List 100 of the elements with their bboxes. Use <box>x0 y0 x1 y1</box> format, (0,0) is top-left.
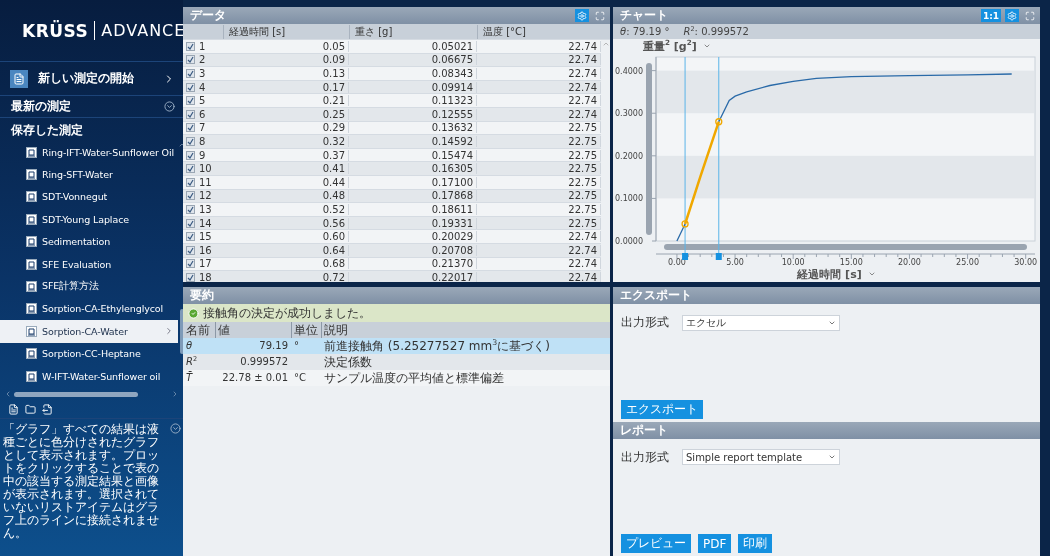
table-cell-text: 0.999572 <box>239 355 289 369</box>
table-cell: 22.74 <box>477 40 601 52</box>
row-number: 6 <box>199 108 206 120</box>
x-axis-label[interactable]: 経過時間 [s] <box>797 266 862 282</box>
table-cell: 22.74 <box>477 54 601 66</box>
table-cell-text: R$^{2}$ <box>185 354 199 369</box>
table-cell: 0.17100 <box>349 176 477 188</box>
table-cell: 22.75 <box>477 217 601 229</box>
measurement-item[interactable]: Ring-IFT-Water-Sunflower Oil <box>0 141 179 164</box>
table-cell: 22.74 <box>477 271 601 282</box>
table-cell: 0.48 <box>223 190 349 202</box>
table-cell: 0.09 <box>223 54 349 66</box>
table-cell: 22.74 <box>477 68 601 79</box>
table-cell: 0.06675 <box>349 54 477 66</box>
table-cell: 0.14592 <box>349 135 477 147</box>
measurement-item[interactable]: SFE計算方法 <box>0 275 179 298</box>
row-number: 8 <box>199 135 206 147</box>
table-cell: 22.74 <box>477 258 601 270</box>
measurement-item[interactable]: Sorption-CC-Heptane <box>0 342 179 365</box>
logo-brand: KRÜSS <box>22 20 89 41</box>
row-number: 3 <box>199 68 206 79</box>
table-cell: 22.75 <box>477 203 601 215</box>
measurement-item[interactable]: SFE Evaluation <box>0 252 179 276</box>
row-number: 10 <box>199 163 212 175</box>
table-cell: 22.75 <box>477 176 601 188</box>
row-number: 4 <box>199 81 206 93</box>
row-number: 14 <box>199 217 212 229</box>
row-number: 15 <box>199 231 212 243</box>
new-measurement-link[interactable]: 新しい測定の開始 <box>38 70 153 87</box>
measurement-item[interactable]: Ring-SFT-Water <box>0 163 179 186</box>
table-cell-text: サンプル温度の平均値と標準偏差 <box>323 370 505 386</box>
column-header[interactable]: 名前 <box>183 322 215 338</box>
table-cell: 0.56 <box>223 217 349 229</box>
statistic-text: θ: 79.19 ° <box>620 26 670 37</box>
measurement-item[interactable]: Sedimentation <box>0 230 179 253</box>
column-header[interactable]: 温度 [°C] <box>477 24 610 39</box>
row-number: 2 <box>199 54 206 66</box>
table-cell: 0.11323 <box>349 95 477 107</box>
column-header[interactable]: 重さ [g] <box>349 24 477 39</box>
row-number: 13 <box>199 203 212 215</box>
measurement-item[interactable]: SDT-Vonnegut <box>0 185 179 209</box>
table-cell: 0.22017 <box>349 271 477 282</box>
measurement-item[interactable]: Sorption-CA-Ethylenglycol <box>0 297 179 321</box>
y-axis-label[interactable]: 重量$^{2}$ [g$^{2}$] <box>643 38 697 54</box>
table-cell: 0.05 <box>223 40 349 52</box>
table-cell: 0.20708 <box>349 244 477 256</box>
table-cell: 0.44 <box>223 176 349 188</box>
x-tick-label: 10.00 <box>781 258 805 267</box>
field-label: 出力形式 <box>621 314 670 331</box>
table-cell-text: °C <box>293 371 307 385</box>
table-cell: 0.21370 <box>349 258 477 270</box>
y-tick-label: 0.3000 <box>615 109 643 119</box>
table-cell: 0.25 <box>223 108 349 120</box>
table-cell: 22.75 <box>477 122 601 134</box>
measurement-item[interactable]: Sorption-CA-Water <box>0 320 179 343</box>
table-cell: 0.17 <box>223 81 349 93</box>
column-header[interactable]: 経過時間 [s] <box>223 24 349 39</box>
table-cell: 22.75 <box>477 149 601 161</box>
row-number: 17 <box>199 258 212 270</box>
table-cell: 22.74 <box>477 244 601 256</box>
row-number: 18 <box>199 271 212 282</box>
panel-title: 要約 <box>190 287 215 304</box>
panel-title: レポート <box>620 421 669 439</box>
row-number: 12 <box>199 190 212 202</box>
table-cell: 22.74 <box>477 95 601 107</box>
table-cell-text: 前進接触角 (5.25277527 mm$^{3}$に基づく) <box>323 338 551 354</box>
row-number: 9 <box>199 149 206 161</box>
table-cell: 0.09914 <box>349 81 477 93</box>
format-dropdown[interactable]: エクセル <box>682 314 840 331</box>
row-number: 11 <box>199 176 212 188</box>
table-cell: 0.64 <box>223 244 349 256</box>
table-cell: 22.75 <box>477 163 601 175</box>
table-cell: 22.74 <box>477 108 601 120</box>
table-cell: 0.18611 <box>349 203 477 215</box>
x-tick-label: 20.00 <box>898 258 921 267</box>
x-tick-label: 25.00 <box>956 258 979 267</box>
table-cell: 0.41 <box>223 163 349 175</box>
table-cell: 0.12555 <box>349 108 477 120</box>
table-cell: 0.29 <box>223 122 349 134</box>
table-cell: 22.75 <box>477 135 601 147</box>
panel-title: エクスポート <box>620 287 693 304</box>
measurement-item[interactable]: W-IFT-Water-Sunflower oil <box>0 364 179 388</box>
table-cell: 22.75 <box>477 190 601 202</box>
x-tick-label: 30.00 <box>1014 258 1038 267</box>
measurement-item[interactable]: SDT-Young Laplace <box>0 208 179 231</box>
y-tick-label: 0.0000 <box>615 237 643 246</box>
table-cell: 0.17868 <box>349 190 477 202</box>
x-tick-label: 5.00 <box>726 258 744 267</box>
table-cell-text: 79.19 <box>258 339 289 353</box>
row-number: 16 <box>199 244 212 256</box>
table-cell: 0.15474 <box>349 149 477 161</box>
panel-title: チャート <box>620 7 669 24</box>
template-dropdown[interactable]: Simple report template <box>682 449 840 465</box>
table-cell: 0.68 <box>223 258 349 270</box>
table-cell: 22.74 <box>477 231 601 243</box>
recent-measurements-header[interactable]: 最新の測定 <box>11 98 164 115</box>
table-cell: 0.19331 <box>349 217 477 229</box>
table-cell-text: ° <box>293 339 300 353</box>
y-tick-label: 0.4000 <box>615 66 643 76</box>
table-cell-text: T̄ <box>185 370 194 385</box>
